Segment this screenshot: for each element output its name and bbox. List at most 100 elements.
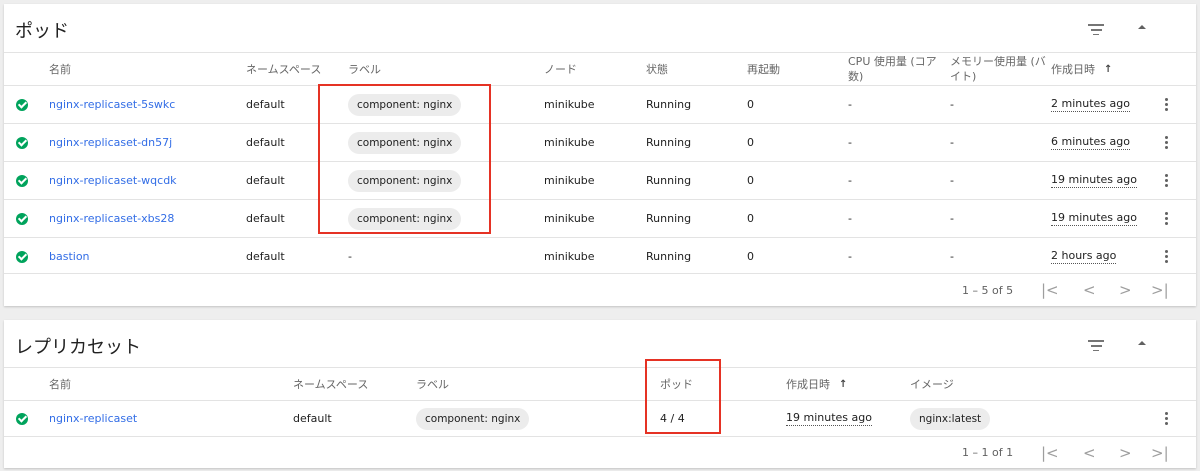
memory-cell: - (950, 174, 954, 187)
check-circle-icon (16, 98, 28, 111)
column-created[interactable]: 作成日時 ↑ (1051, 53, 1112, 85)
pagination-range: 1 – 1 of 1 (962, 446, 1014, 459)
replicasets-pagination: 1 – 1 of 1 |< < > >| (4, 436, 1196, 468)
filter-icon[interactable] (1088, 21, 1104, 36)
column-status[interactable]: 状態 (646, 53, 668, 85)
row-menu (1159, 124, 1173, 161)
pagination-range: 1 – 5 of 5 (962, 283, 1014, 297)
more-vert-icon[interactable] (1159, 211, 1173, 226)
more-vert-icon[interactable] (1159, 249, 1173, 264)
collapse-icon[interactable] (1138, 25, 1146, 29)
more-vert-icon[interactable] (1159, 173, 1173, 188)
column-cpu-line2: 数) (848, 70, 864, 83)
created-cell: 2 minutes ago (1051, 86, 1130, 123)
column-name[interactable]: 名前 (49, 368, 71, 400)
status-cell (16, 86, 28, 123)
pods-title: ポッド (15, 21, 69, 42)
column-restarts[interactable]: 再起動 (747, 53, 780, 85)
pods-card-actions (1086, 4, 1196, 52)
more-vert-icon[interactable] (1159, 135, 1173, 150)
sort-arrow-icon: ↑ (839, 378, 848, 390)
replicasets-table-header: 名前 ネームスペース ラベル ポッド 作成日時 ↑ イメージ (4, 367, 1196, 400)
row-menu (1159, 162, 1173, 199)
replicaset-name-link[interactable]: nginx-replicaset (49, 401, 137, 436)
first-page-button[interactable]: |< (1041, 437, 1059, 468)
pod-name-link[interactable]: nginx-replicaset-dn57j (49, 124, 172, 161)
restarts-cell: 0 (747, 136, 754, 149)
created-cell: 6 minutes ago (1051, 124, 1130, 161)
restarts-cell: 0 (747, 250, 754, 263)
label-chip: component: nginx (348, 207, 462, 230)
next-page-button[interactable]: > (1119, 437, 1132, 468)
cpu-cell: - (848, 98, 852, 111)
table-row: nginx-replicaset-xbs28 default component: … (4, 199, 1196, 237)
created-time: 19 minutes ago (1051, 211, 1137, 226)
status-text-cell: Running (646, 174, 692, 187)
namespace-cell: default (293, 412, 332, 425)
created-cell: 2 hours ago (1051, 238, 1117, 275)
table-row: nginx-replicaset-wqcdk default component: … (4, 161, 1196, 199)
pod-name-link[interactable]: nginx-replicaset-5swkc (49, 86, 175, 123)
status-text-cell: Running (646, 212, 692, 225)
status-text-cell: Running (646, 98, 692, 111)
node-cell: minikube (544, 212, 595, 225)
status-cell (16, 200, 28, 237)
namespace-cell: default (246, 174, 285, 187)
created-cell: 19 minutes ago (1051, 200, 1137, 237)
status-text-cell: Running (646, 136, 692, 149)
column-labels: ラベル (416, 377, 449, 391)
replicasets-card-actions (1086, 320, 1196, 368)
namespace-cell: default (246, 98, 285, 111)
next-page-button[interactable]: > (1119, 274, 1132, 306)
pod-name-link[interactable]: nginx-replicaset-xbs28 (49, 200, 174, 237)
prev-page-button[interactable]: < (1083, 274, 1096, 306)
row-menu (1159, 238, 1173, 275)
column-node[interactable]: ノード (544, 53, 577, 85)
row-menu (1159, 200, 1173, 237)
column-namespace[interactable]: ネームスペース (246, 53, 321, 85)
column-created-label: 作成日時 (1051, 62, 1095, 76)
last-page-button[interactable]: >| (1151, 437, 1169, 468)
column-name[interactable]: 名前 (49, 53, 71, 85)
table-row: bastion default - minikube Running 0 - - 2 hours… (4, 237, 1196, 275)
filter-icon[interactable] (1088, 337, 1104, 352)
labels-cell: component: nginx (348, 86, 462, 123)
status-cell (16, 238, 28, 275)
status-cell (16, 401, 28, 436)
created-time: 2 minutes ago (1051, 97, 1130, 112)
label-chip: component: nginx (348, 131, 462, 154)
collapse-icon[interactable] (1138, 341, 1146, 345)
status-cell (16, 162, 28, 199)
memory-cell: - (950, 136, 954, 149)
more-vert-icon[interactable] (1159, 97, 1173, 112)
image-cell: nginx:latest (910, 401, 991, 436)
check-circle-icon (16, 136, 28, 149)
status-cell (16, 124, 28, 161)
first-page-button[interactable]: |< (1041, 274, 1059, 306)
created-time: 2 hours ago (1051, 249, 1117, 264)
table-row: nginx-replicaset-dn57j default component: … (4, 123, 1196, 161)
labels-cell: component: nginx (348, 162, 462, 199)
column-namespace[interactable]: ネームスペース (293, 368, 368, 400)
column-cpu[interactable]: CPU 使用量 (コア 数) (848, 53, 937, 85)
column-memory-line2: イト) (950, 70, 977, 83)
label-chip: component: nginx (416, 407, 530, 430)
column-created[interactable]: 作成日時 ↑ (786, 368, 847, 400)
pods-card: ポッド 名前 ネームスペース ラベル ノード 状態 再起動 CPU 使用量 (コ… (4, 4, 1196, 306)
more-vert-icon[interactable] (1159, 411, 1173, 426)
pod-name-link[interactable]: nginx-replicaset-wqcdk (49, 162, 177, 199)
check-circle-icon (16, 250, 28, 263)
column-pods: ポッド (660, 377, 693, 391)
table-row: nginx-replicaset-5swkc default component: … (4, 85, 1196, 123)
check-circle-icon (16, 212, 28, 225)
cpu-cell: - (848, 136, 852, 149)
node-cell: minikube (544, 98, 595, 111)
pod-name-link[interactable]: bastion (49, 238, 90, 275)
row-menu (1159, 86, 1173, 123)
created-time: 19 minutes ago (786, 411, 872, 426)
memory-cell: - (950, 98, 954, 111)
restarts-cell: 0 (747, 98, 754, 111)
prev-page-button[interactable]: < (1083, 437, 1096, 468)
last-page-button[interactable]: >| (1151, 274, 1169, 306)
column-memory[interactable]: メモリー使用量 (バ イト) (950, 53, 1046, 85)
